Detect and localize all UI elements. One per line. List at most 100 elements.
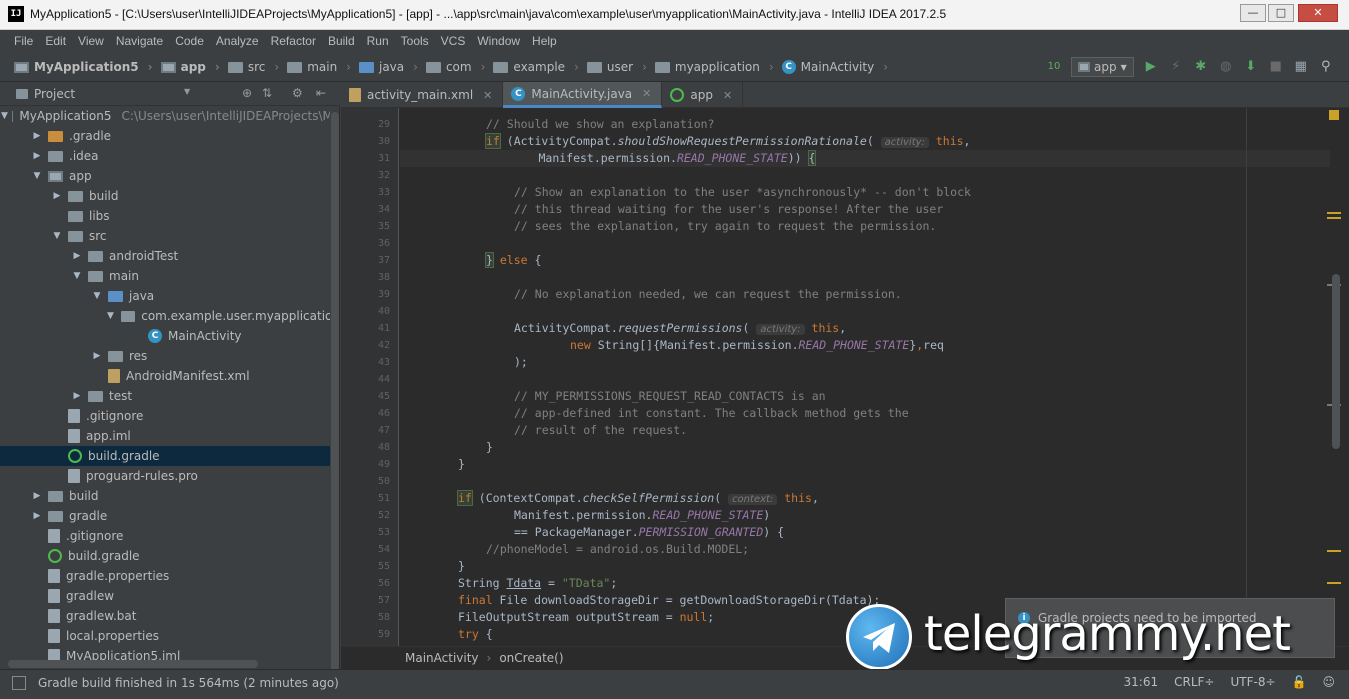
caret-position[interactable]: 31:61: [1124, 675, 1159, 689]
menu-file[interactable]: File: [8, 30, 39, 52]
crumb-example[interactable]: example ›: [489, 60, 582, 74]
tree-item[interactable]: ▶ test: [0, 386, 330, 406]
expanded-arrow-icon[interactable]: ▼: [104, 311, 117, 321]
expanded-arrow-icon[interactable]: ▼: [90, 291, 104, 301]
crumb-myapplication[interactable]: myapplication ›: [651, 60, 778, 74]
menu-help[interactable]: Help: [526, 30, 563, 52]
lock-icon[interactable]: 🔓: [1292, 675, 1307, 689]
menu-analyze[interactable]: Analyze: [210, 30, 265, 52]
tool-windows-icon[interactable]: [12, 676, 26, 690]
warning-marker[interactable]: [1327, 212, 1341, 214]
tree-item[interactable]: app.iml: [0, 426, 330, 446]
profile-icon[interactable]: ◍: [1218, 59, 1234, 75]
tree-item[interactable]: gradlew.bat: [0, 606, 330, 626]
project-hscrollbar[interactable]: [8, 660, 258, 668]
tree-item[interactable]: proguard-rules.pro: [0, 466, 330, 486]
menu-view[interactable]: View: [72, 30, 110, 52]
code-crumb-method[interactable]: onCreate(): [499, 651, 563, 665]
status-message[interactable]: Gradle build finished in 1s 564ms (2 min…: [38, 676, 339, 690]
tree-item[interactable]: gradle.properties: [0, 566, 330, 586]
tree-item[interactable]: ▶ gradle: [0, 506, 330, 526]
attach-debugger-icon[interactable]: ⬇: [1243, 59, 1259, 75]
editor-scrollbar[interactable]: [1332, 274, 1340, 449]
inspector-icon[interactable]: ☺: [1322, 675, 1335, 689]
tree-item[interactable]: local.properties: [0, 626, 330, 646]
code-crumb-class[interactable]: MainActivity: [405, 651, 479, 665]
crumb-project[interactable]: MyApplication5 ›: [10, 60, 157, 74]
run-icon[interactable]: ▶: [1143, 59, 1159, 75]
tree-item[interactable]: .gitignore: [0, 526, 330, 546]
tree-item[interactable]: C MainActivity: [0, 326, 330, 346]
tree-item[interactable]: ▼ src: [0, 226, 330, 246]
collapsed-arrow-icon[interactable]: ▶: [30, 151, 44, 161]
tree-item[interactable]: ▼ java: [0, 286, 330, 306]
crumb-user[interactable]: user ›: [583, 60, 651, 74]
tree-item[interactable]: build.gradle: [0, 446, 330, 466]
tree-item[interactable]: ▶ res: [0, 346, 330, 366]
tab-activity-main-xml[interactable]: activity_main.xml ✕: [341, 82, 504, 108]
close-tab-icon[interactable]: ✕: [723, 89, 732, 102]
tab-mainactivity-java[interactable]: C MainActivity.java ✕: [503, 82, 663, 108]
collapsed-arrow-icon[interactable]: ▶: [30, 131, 44, 141]
crumb-mainactivity[interactable]: C MainActivity ›: [778, 60, 892, 74]
crumb-main[interactable]: main ›: [283, 60, 355, 74]
collapsed-arrow-icon[interactable]: ▶: [30, 511, 44, 521]
tree-item[interactable]: ▼ com.example.user.myapplication: [0, 306, 330, 326]
collapsed-arrow-icon[interactable]: ▶: [90, 351, 104, 361]
menu-code[interactable]: Code: [169, 30, 210, 52]
menu-build[interactable]: Build: [322, 30, 361, 52]
warning-marker[interactable]: [1327, 550, 1341, 552]
tree-item[interactable]: ▼ main: [0, 266, 330, 286]
crumb-java[interactable]: java ›: [355, 60, 422, 74]
menu-window[interactable]: Window: [471, 30, 526, 52]
tree-item[interactable]: ▶ build: [0, 186, 330, 206]
tree-item[interactable]: AndroidManifest.xml: [0, 366, 330, 386]
crumb-com[interactable]: com ›: [422, 60, 489, 74]
close-button[interactable]: ✕: [1298, 4, 1338, 22]
expanded-arrow-icon[interactable]: ▼: [50, 231, 64, 241]
warning-marker[interactable]: [1327, 217, 1341, 219]
project-scrollbar[interactable]: [331, 112, 339, 672]
menu-navigate[interactable]: Navigate: [110, 30, 169, 52]
project-structure-icon[interactable]: ▦: [1293, 59, 1309, 75]
maximize-button[interactable]: □: [1268, 4, 1294, 22]
gear-icon[interactable]: ⚙: [292, 86, 303, 100]
stop-icon[interactable]: ■: [1268, 59, 1284, 75]
close-tab-icon[interactable]: ✕: [642, 87, 651, 100]
expanded-arrow-icon[interactable]: ▼: [70, 271, 84, 281]
minimize-button[interactable]: —: [1240, 4, 1266, 22]
tree-item[interactable]: build.gradle: [0, 546, 330, 566]
menu-edit[interactable]: Edit: [39, 30, 72, 52]
collapsed-arrow-icon[interactable]: ▶: [70, 251, 84, 261]
menu-vcs[interactable]: VCS: [435, 30, 472, 52]
tab-app-gradle[interactable]: app ✕: [662, 82, 744, 108]
line-separator[interactable]: CRLF÷: [1174, 675, 1214, 689]
file-encoding[interactable]: UTF-8÷: [1230, 675, 1275, 689]
search-icon[interactable]: ⚲: [1318, 59, 1334, 75]
scroll-from-source-icon[interactable]: ⊕: [242, 86, 252, 100]
tree-item[interactable]: gradlew: [0, 586, 330, 606]
tree-item[interactable]: ▼ app: [0, 166, 330, 186]
menu-refactor[interactable]: Refactor: [265, 30, 322, 52]
tree-item[interactable]: ▶ .idea: [0, 146, 330, 166]
collapsed-arrow-icon[interactable]: ▶: [30, 491, 44, 501]
collapse-all-icon[interactable]: ⇅: [262, 86, 272, 100]
warning-marker[interactable]: [1327, 582, 1341, 584]
close-tab-icon[interactable]: ✕: [483, 89, 492, 102]
hide-panel-icon[interactable]: ⇤: [316, 86, 326, 100]
debug-icon[interactable]: ✱: [1193, 59, 1209, 75]
tree-item[interactable]: ▶ androidTest: [0, 246, 330, 266]
tree-item[interactable]: .gitignore: [0, 406, 330, 426]
expanded-arrow-icon[interactable]: ▼: [1, 111, 8, 121]
chevron-down-icon[interactable]: ▼: [184, 87, 190, 96]
tree-item[interactable]: ▼ MyApplication5 C:\Users\user\IntelliJIDE…: [0, 106, 330, 126]
menu-tools[interactable]: Tools: [395, 30, 435, 52]
run-config-select[interactable]: app ▼: [1071, 57, 1134, 77]
make-project-icon[interactable]: 10: [1046, 59, 1062, 75]
tree-item[interactable]: ▶ .gradle: [0, 126, 330, 146]
code-view[interactable]: // Should we show an explanation? if (Ac…: [400, 108, 1330, 646]
apply-changes-icon[interactable]: ⚡: [1168, 59, 1184, 75]
menu-run[interactable]: Run: [361, 30, 395, 52]
project-view-selector[interactable]: Project: [16, 87, 75, 101]
collapsed-arrow-icon[interactable]: ▶: [50, 191, 64, 201]
